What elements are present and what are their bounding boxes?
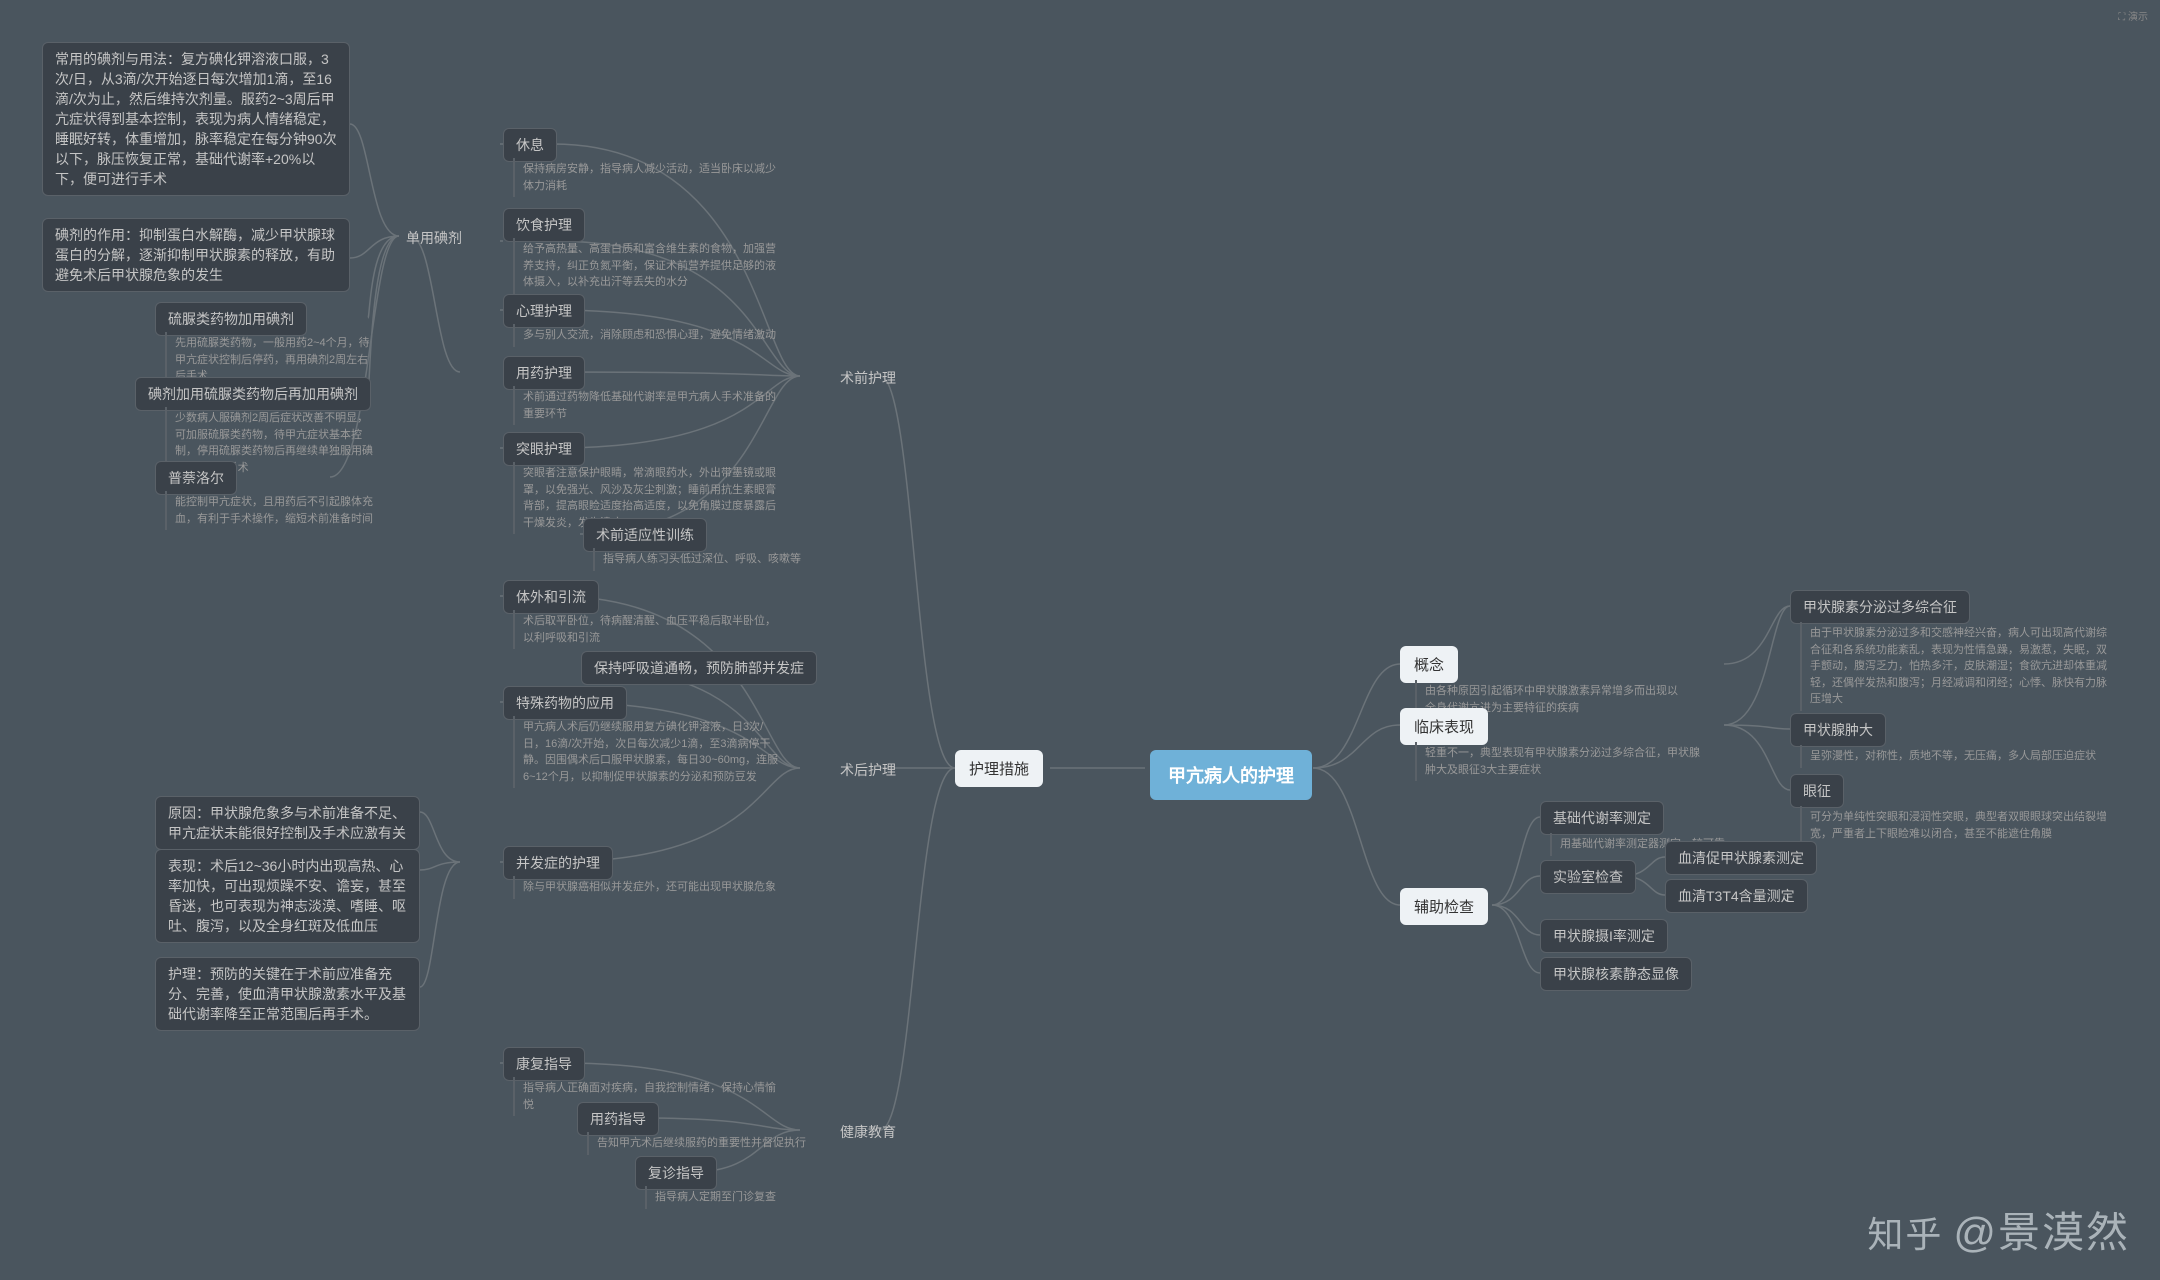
thiourea-iodine-node[interactable]: 硫脲类药物加用碘剂: [155, 302, 307, 336]
propranolol-desc: 能控制甲亢症状，且用药后不引起腺体充血，有利于手术操作，缩短术前准备时间: [165, 491, 375, 530]
drainage-desc: 术后取平卧位，待病醒清醒、血压平稳后取半卧位，以利呼吸和引流: [513, 610, 783, 649]
airway-node[interactable]: 保持呼吸道通畅，预防肺部并发症: [581, 651, 817, 685]
drainage-node[interactable]: 体外和引流: [503, 580, 599, 614]
care-measures-node[interactable]: 护理措施: [955, 750, 1043, 787]
eye-care-node[interactable]: 突眼护理: [503, 432, 585, 466]
comp-reason-node[interactable]: 原因：甲状腺危象多与术前准备不足、甲亢症状未能很好控制及手术应激有关: [155, 796, 420, 850]
postop-label: 术后护理: [840, 760, 896, 780]
psych-node[interactable]: 心理护理: [503, 294, 585, 328]
med-desc: 术前通过药物降低基础代谢率是甲亢病人手术准备的重要环节: [513, 386, 783, 425]
syndrome-desc: 由于甲状腺素分泌过多和交感神经兴奋，病人可出现高代谢综合征和各系统功能紊乱，表现…: [1800, 622, 2110, 711]
tsh-node[interactable]: 血清促甲状腺素测定: [1665, 841, 1817, 875]
lab-node[interactable]: 实验室检查: [1540, 860, 1636, 894]
health-edu-label: 健康教育: [840, 1122, 896, 1142]
watermark: 知乎知乎 @景漠然@景漠然: [1867, 1199, 2130, 1260]
goiter-desc: 呈弥漫性，对称性，质地不等，无压痛，多人局部压迫症状: [1800, 745, 2096, 768]
propranolol-node[interactable]: 普萘洛尔: [155, 461, 237, 495]
special-drug-desc: 甲亢病人术后仍继续服用复方碘化钾溶液，日3次/日，16滴/次开始，次日每次减少1…: [513, 716, 783, 788]
clinical-node[interactable]: 临床表现: [1400, 708, 1488, 745]
comp-manifest-node[interactable]: 表现：术后12~36小时内出现高热、心率加快，可出现烦躁不安、谵妄，甚至昏迷，也…: [155, 849, 420, 943]
psych-desc: 多与别人交流，消除顾虑和恐惧心理，避免情绪激动: [513, 324, 776, 347]
root-node[interactable]: 甲亢病人的护理: [1150, 750, 1312, 800]
preop-training-node[interactable]: 术前适应性训练: [583, 518, 707, 552]
scint-node[interactable]: 甲状腺核素静态显像: [1540, 957, 1692, 991]
rest-desc: 保持病房安静，指导病人减少活动，适当卧床以减少体力消耗: [513, 158, 783, 197]
preop-label: 术前护理: [840, 368, 896, 388]
concept-node[interactable]: 概念: [1400, 646, 1458, 683]
comp-care-node[interactable]: 护理：预防的关键在于术前应准备充分、完善，使血清甲状腺激素水平及基础代谢率降至正…: [155, 957, 420, 1031]
clinical-desc: 轻重不一，典型表现有甲状腺素分泌过多综合征，甲状腺肿大及眼征3大主要症状: [1415, 742, 1705, 781]
iodine-uptake-node[interactable]: 甲状腺摄I率测定: [1540, 919, 1668, 953]
diet-node[interactable]: 饮食护理: [503, 208, 585, 242]
diet-desc: 给予高热量、高蛋白质和富含维生素的食物，加强营养支持，纠正负氮平衡，保证术前营养…: [513, 238, 783, 294]
t3t4-node[interactable]: 血清T3T4含量测定: [1665, 879, 1808, 913]
eye-desc: 可分为单纯性突眼和浸润性突眼，典型者双眼眼球突出结裂增宽，严重者上下眼睑难以闭合…: [1800, 806, 2110, 845]
iodine-thiourea-iodine-node[interactable]: 碘剂加用硫脲类药物后再加用碘剂: [135, 377, 371, 411]
iodine-action-node[interactable]: 碘剂的作用：抑制蛋白水解酶，减少甲状腺球蛋白的分解，逐渐抑制甲状腺素的释放，有助…: [42, 218, 350, 292]
complication-desc: 除与甲状腺癌相似并发症外，还可能出现甲状腺危象: [513, 876, 776, 899]
iodine-usage-node[interactable]: 常用的碘剂与用法：复方碘化钾溶液口服，3次/日，从3滴/次开始逐日每次增加1滴，…: [42, 42, 350, 196]
aux-exam-node[interactable]: 辅助检查: [1400, 888, 1488, 925]
drug-guide-desc: 告知甲亢术后继续服药的重要性并督促执行: [587, 1132, 806, 1155]
complication-node[interactable]: 并发症的护理: [503, 846, 613, 880]
rehab-node[interactable]: 康复指导: [503, 1047, 585, 1081]
preop-training-desc: 指导病人练习头低过深位、呼吸、咳嗽等: [593, 548, 801, 571]
zhihu-logo: 知乎: [1867, 1214, 1943, 1255]
followup-desc: 指导病人定期至门诊复查: [645, 1186, 776, 1209]
eye-node[interactable]: 眼征: [1790, 774, 1844, 808]
syndrome-node[interactable]: 甲状腺素分泌过多综合征: [1790, 590, 1970, 624]
rest-node[interactable]: 休息: [503, 128, 557, 162]
fullscreen-icon[interactable]: ⛶ 演示: [2118, 8, 2148, 23]
goiter-node[interactable]: 甲状腺肿大: [1790, 713, 1886, 747]
special-drug-node[interactable]: 特殊药物的应用: [503, 686, 627, 720]
iodine-only-label: 单用碘剂: [406, 228, 462, 248]
med-node[interactable]: 用药护理: [503, 356, 585, 390]
followup-node[interactable]: 复诊指导: [635, 1156, 717, 1190]
drug-guide-node[interactable]: 用药指导: [577, 1102, 659, 1136]
bmr-node[interactable]: 基础代谢率测定: [1540, 801, 1664, 835]
root-label: 甲亢病人的护理: [1168, 766, 1294, 786]
